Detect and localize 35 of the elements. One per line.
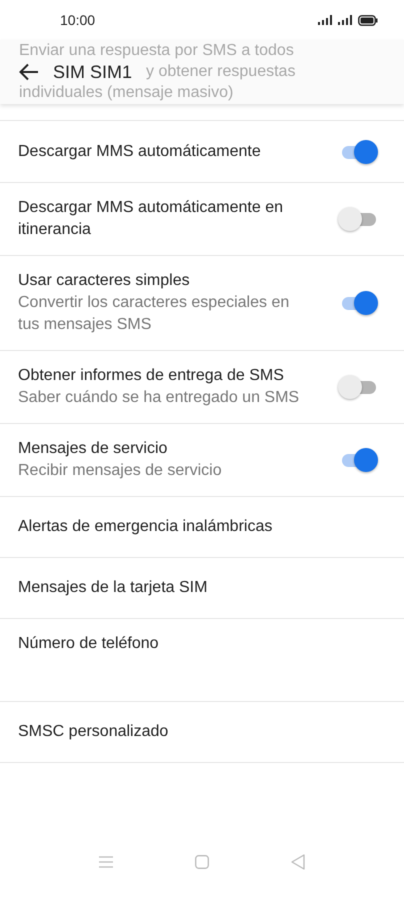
screen-title: SIM SIM1	[53, 62, 132, 82]
status-time: 10:00	[60, 12, 96, 28]
signal-icon	[338, 15, 354, 25]
setting-subtitle: Convertir los caracteres especiales en tus mensajes SMS	[18, 293, 290, 335]
toggle-switch[interactable]	[338, 375, 378, 399]
scrolled-text: Enviar una respuesta por SMS a todos	[19, 41, 295, 61]
setting-row[interactable]: Número de teléfono	[0, 619, 404, 702]
menu-icon[interactable]	[99, 856, 113, 868]
setting-title: SMSC personalizado	[18, 722, 168, 742]
setting-row[interactable]: Descargar MMS automáticamente en itinerancia	[0, 183, 404, 256]
setting-row[interactable]: Usar caracteres simples Convertir los caracteres especiales en tus mensajes SMS	[0, 256, 404, 351]
setting-row[interactable]: Mensajes de la tarjeta SIM	[0, 558, 404, 619]
setting-title: Usar caracteres simples	[18, 271, 191, 291]
back-icon[interactable]	[291, 854, 305, 870]
setting-title: Mensajes de servicio	[18, 439, 168, 459]
setting-subtitle: Recibir mensajes de servicio	[18, 461, 223, 481]
setting-row[interactable]: Alertas de emergencia inalámbricas	[0, 497, 404, 558]
setting-row[interactable]: SMSC personalizado	[0, 702, 404, 763]
scrolled-text: y obtener respuestas	[146, 62, 296, 82]
home-icon[interactable]	[195, 855, 209, 869]
scrolled-text: individuales (mensaje masivo)	[19, 83, 234, 103]
setting-title: Alertas de emergencia inalámbricas	[18, 517, 272, 537]
setting-title: Número de teléfono	[18, 634, 159, 654]
signal-icon	[318, 15, 334, 25]
setting-title: Descargar MMS automáticamente en itinerancia	[18, 198, 284, 240]
setting-subtitle: Saber cuándo se ha entregado un SMS	[18, 388, 300, 408]
setting-title: Obtener informes de entrega de SMS	[18, 366, 285, 386]
setting-row[interactable]: Mensajes de servicio Recibir mensajes de servicio	[0, 424, 404, 497]
setting-row[interactable]: Obtener informes de entrega de SMS Saber cuándo se ha entregado un SMS	[0, 351, 404, 424]
toggle-switch[interactable]	[338, 207, 378, 231]
setting-row[interactable]: Descargar MMS automáticamente	[0, 121, 404, 183]
battery-icon	[358, 14, 378, 26]
setting-title: Mensajes de la tarjeta SIM	[18, 578, 208, 598]
setting-title: Descargar MMS automáticamente	[18, 142, 262, 162]
back-arrow-icon[interactable]	[19, 63, 39, 81]
